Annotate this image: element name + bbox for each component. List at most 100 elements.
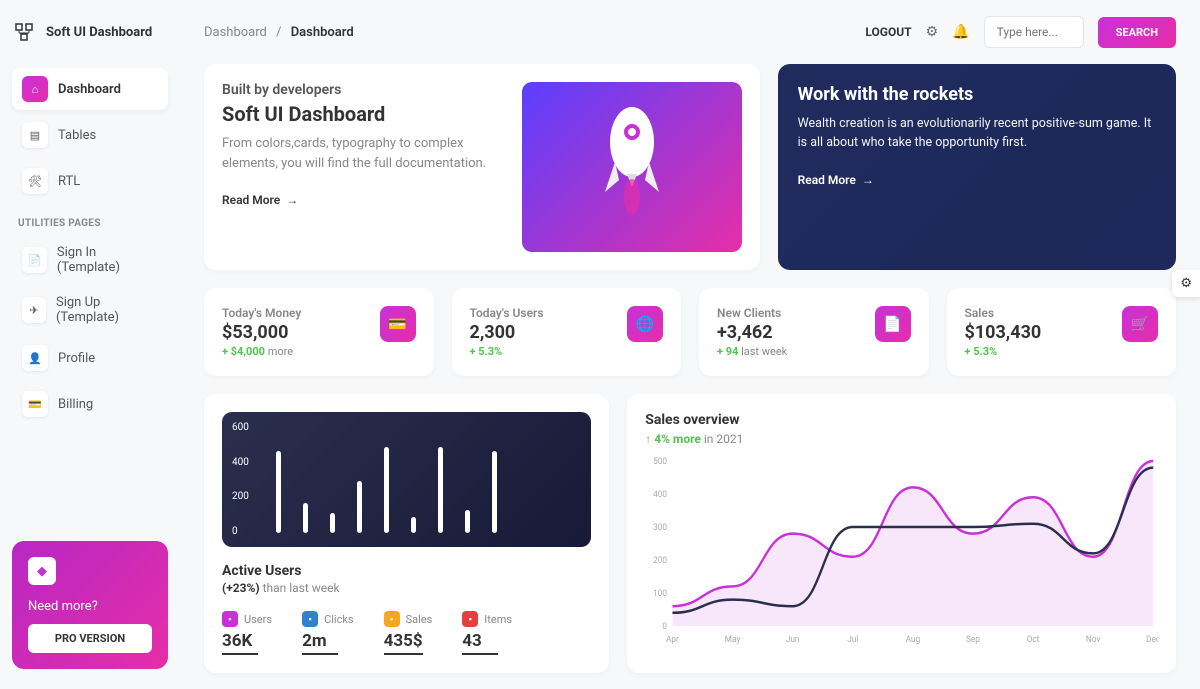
user-icon: 👤 — [22, 345, 48, 371]
sidebar-item-label: Sign Up (Template) — [56, 295, 158, 325]
svg-text:500: 500 — [653, 457, 667, 467]
active-users-subtitle: (+23%) than last week — [222, 581, 591, 595]
sidebar-item-label: Profile — [58, 351, 95, 366]
stat-delta: + $4,000 more — [222, 345, 301, 358]
doc-icon: 📄 — [22, 247, 47, 273]
breadcrumb: Dashboard / Dashboard — [204, 25, 354, 40]
hero-image — [522, 82, 742, 252]
metric-icon: ▪ — [462, 611, 478, 627]
wallet-icon: 💳 — [380, 306, 416, 342]
arrow-right-icon: → — [286, 193, 298, 207]
sidebar-item-dashboard[interactable]: ⌂ Dashboard — [12, 68, 168, 110]
floating-settings-button[interactable]: ⚙ — [1172, 270, 1200, 297]
gear-icon[interactable]: ⚙ — [926, 24, 939, 40]
bar — [465, 510, 470, 533]
bar — [384, 447, 389, 533]
metric-items: ▪Items 43 — [462, 611, 512, 655]
bar — [303, 503, 308, 533]
search-button[interactable]: SEARCH — [1098, 17, 1176, 48]
svg-text:Jun: Jun — [786, 635, 800, 645]
metric-icon: ▪ — [384, 611, 400, 627]
arrow-up-icon: ↑ — [645, 432, 654, 446]
sidebar-item-sign-in-template-[interactable]: 📄 Sign In (Template) — [12, 237, 168, 283]
bar — [438, 447, 443, 533]
rocket-title: Work with the rockets — [798, 84, 1156, 105]
sidebar-item-label: Billing — [58, 397, 93, 412]
hero-card: Built by developers Soft UI Dashboard Fr… — [204, 64, 760, 270]
metric-value: 2m — [302, 631, 338, 655]
metric-icon: ▪ — [222, 611, 238, 627]
card-icon: 💳 — [22, 391, 48, 417]
stat-value: $103,430 — [965, 322, 1042, 343]
nav-section-label: UTILITIES PAGES — [18, 218, 168, 229]
stat-label: New Clients — [717, 306, 787, 320]
breadcrumb-root[interactable]: Dashboard — [204, 25, 267, 40]
main-content: Dashboard / Dashboard LOGOUT ⚙ 🔔 SEARCH … — [180, 0, 1200, 689]
active-users-title: Active Users — [222, 563, 591, 579]
hero-read-more-link[interactable]: Read More → — [222, 193, 498, 207]
stat-label: Today's Money — [222, 306, 301, 320]
svg-text:Apr: Apr — [666, 635, 679, 645]
stat-delta: + 5.3% — [470, 345, 544, 358]
metric-sales: ▪Sales 435$ — [384, 611, 433, 655]
svg-text:0: 0 — [663, 622, 668, 632]
stat-delta: + 5.3% — [965, 345, 1042, 358]
stat-label: Today's Users — [470, 306, 544, 320]
metric-value: 43 — [462, 631, 498, 655]
svg-text:Oct: Oct — [1027, 635, 1040, 645]
stat-card-sales: Sales $103,430 + 5.3% 🛒 — [947, 288, 1177, 376]
sidebar: Soft UI Dashboard ⌂ Dashboard ▤ Tables 🛠… — [0, 0, 180, 689]
pro-card: ◆ Need more? PRO VERSION — [12, 541, 168, 669]
sidebar-item-label: Sign In (Template) — [57, 245, 158, 275]
stat-value: $53,000 — [222, 322, 301, 343]
stat-delta: + 94 last week — [717, 345, 787, 358]
bell-icon[interactable]: 🔔 — [952, 24, 969, 40]
pro-question: Need more? — [28, 599, 152, 614]
stat-card-new-clients: New Clients +3,462 + 94 last week 📄 — [699, 288, 929, 376]
bar — [357, 481, 362, 533]
sidebar-item-label: RTL — [58, 174, 80, 189]
chart-icon: ▤ — [22, 122, 48, 148]
hero-description: From colors,cards, typography to complex… — [222, 134, 498, 173]
sales-overview-title: Sales overview — [645, 412, 1158, 428]
cart-icon: 🛒 — [1122, 306, 1158, 342]
stat-card-today-s-users: Today's Users 2,300 + 5.3% 🌐 — [452, 288, 682, 376]
svg-text:200: 200 — [653, 556, 667, 566]
sidebar-item-billing[interactable]: 💳 Billing — [12, 383, 168, 425]
sidebar-item-profile[interactable]: 👤 Profile — [12, 337, 168, 379]
topbar: Dashboard / Dashboard LOGOUT ⚙ 🔔 SEARCH — [204, 16, 1176, 48]
svg-text:100: 100 — [653, 589, 667, 599]
hero-title: Soft UI Dashboard — [222, 102, 498, 126]
metric-clicks: ▪Clicks 2m — [302, 611, 354, 655]
breadcrumb-current: Dashboard — [291, 25, 354, 40]
stat-card-today-s-money: Today's Money $53,000 + $4,000 more 💳 — [204, 288, 434, 376]
metric-value: 435$ — [384, 631, 423, 655]
tool-icon: 🛠 — [22, 168, 48, 194]
doc-icon: 📄 — [875, 306, 911, 342]
diamond-icon: ◆ — [28, 557, 56, 585]
line-chart: 0100200300400500AprMayJunJulAugSepOctNov… — [645, 456, 1158, 646]
rocket-read-more-link[interactable]: Read More → — [798, 173, 1156, 187]
svg-text:Sep: Sep — [966, 635, 980, 645]
pro-version-button[interactable]: PRO VERSION — [28, 624, 152, 653]
logo-icon — [12, 20, 36, 44]
stat-label: Sales — [965, 306, 1042, 320]
svg-text:400: 400 — [653, 490, 667, 500]
sidebar-item-tables[interactable]: ▤ Tables — [12, 114, 168, 156]
stat-value: +3,462 — [717, 322, 787, 343]
rocket-description: Wealth creation is an evolutionarily rec… — [798, 115, 1156, 153]
metric-value: 36K — [222, 631, 258, 655]
home-icon: ⌂ — [22, 76, 48, 102]
sidebar-item-rtl[interactable]: 🛠 RTL — [12, 160, 168, 202]
bar-chart: 6004002000 — [222, 412, 591, 547]
search-input[interactable] — [984, 16, 1084, 48]
sidebar-item-sign-up-template-[interactable]: ✈ Sign Up (Template) — [12, 287, 168, 333]
metric-icon: ▪ — [302, 611, 318, 627]
arrow-right-icon: → — [862, 173, 874, 187]
svg-text:300: 300 — [653, 523, 667, 533]
logout-link[interactable]: LOGOUT — [865, 25, 911, 39]
svg-text:Jul: Jul — [847, 635, 858, 645]
globe-icon: 🌐 — [627, 306, 663, 342]
svg-text:Nov: Nov — [1086, 635, 1101, 645]
sales-overview-subtitle: ↑ 4% more in 2021 — [645, 432, 1158, 446]
